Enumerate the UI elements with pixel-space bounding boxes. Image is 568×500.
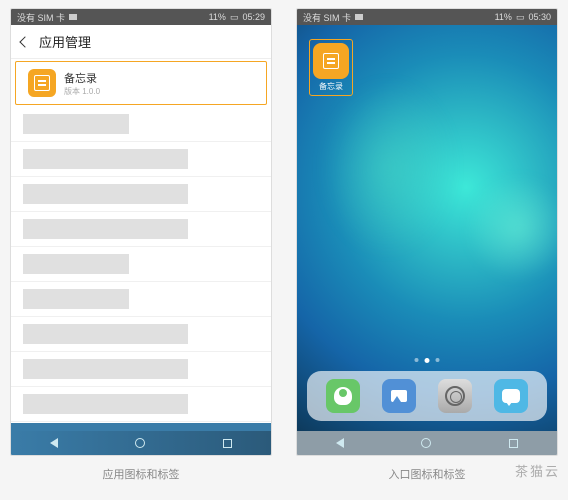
nav-recent-icon[interactable] [223,439,232,448]
page-dot-current [425,358,430,363]
status-bar: 没有 SIM 卡 11% ▭ 05:29 [11,9,271,25]
phone-caption-left: 应用图标和标签 [103,466,180,482]
clock-time: 05:29 [242,12,265,22]
app-item-notes[interactable]: 备忘录 版本 1.0.0 [15,61,267,105]
list-item[interactable] [11,177,271,212]
page-dot [415,358,419,362]
nav-home-icon[interactable] [135,438,145,448]
app-name: 备忘录 [64,70,100,86]
nav-recent-icon[interactable] [509,439,518,448]
page-indicator [415,358,440,363]
list-item[interactable] [11,387,271,422]
home-screen[interactable]: 备忘录 [297,25,557,431]
notes-icon [28,69,56,97]
list-item[interactable] [11,317,271,352]
nav-bar [297,431,557,455]
list-item[interactable] [11,352,271,387]
app-version: 版本 1.0.0 [64,86,100,97]
sim-status: 没有 SIM 卡 [303,11,351,24]
dock-messages-icon[interactable] [494,379,528,413]
list-item[interactable] [11,107,271,142]
phone-caption-right: 入口图标和标签 [389,466,466,482]
signal-icon [69,14,77,20]
home-app-notes[interactable]: 备忘录 [309,39,353,96]
signal-icon [355,14,363,20]
battery-icon: ▭ [230,12,239,23]
phone-left-app-management: 没有 SIM 卡 11% ▭ 05:29 应用管理 [10,8,272,456]
notes-icon [313,43,349,79]
list-item[interactable] [11,282,271,317]
back-icon[interactable] [19,36,30,47]
list-item[interactable] [11,247,271,282]
list-item[interactable] [11,142,271,177]
dock [307,371,547,421]
nav-back-icon[interactable] [336,438,344,448]
page-title: 应用管理 [39,32,91,51]
page-dot [436,358,440,362]
clock-time: 05:30 [528,12,551,22]
watermark: 茶猫云 [515,461,560,480]
sim-status: 没有 SIM 卡 [17,11,65,24]
dock-gallery-icon[interactable] [382,379,416,413]
header: 应用管理 [11,25,271,59]
nav-home-icon[interactable] [421,438,431,448]
status-bar: 没有 SIM 卡 11% ▭ 05:30 [297,9,557,25]
home-app-label: 备忘录 [319,81,343,92]
nav-bar [11,431,271,455]
battery-percent: 11% [209,12,226,22]
battery-icon: ▭ [516,12,525,23]
bottom-strip [11,423,271,431]
list-item[interactable] [11,212,271,247]
dock-camera-icon[interactable] [438,379,472,413]
phone-right-home-screen: 没有 SIM 卡 11% ▭ 05:30 备忘录 [296,8,558,456]
app-list: 备忘录 版本 1.0.0 [11,59,271,424]
dock-contacts-icon[interactable] [326,379,360,413]
battery-percent: 11% [495,12,512,22]
nav-back-icon[interactable] [50,438,58,448]
